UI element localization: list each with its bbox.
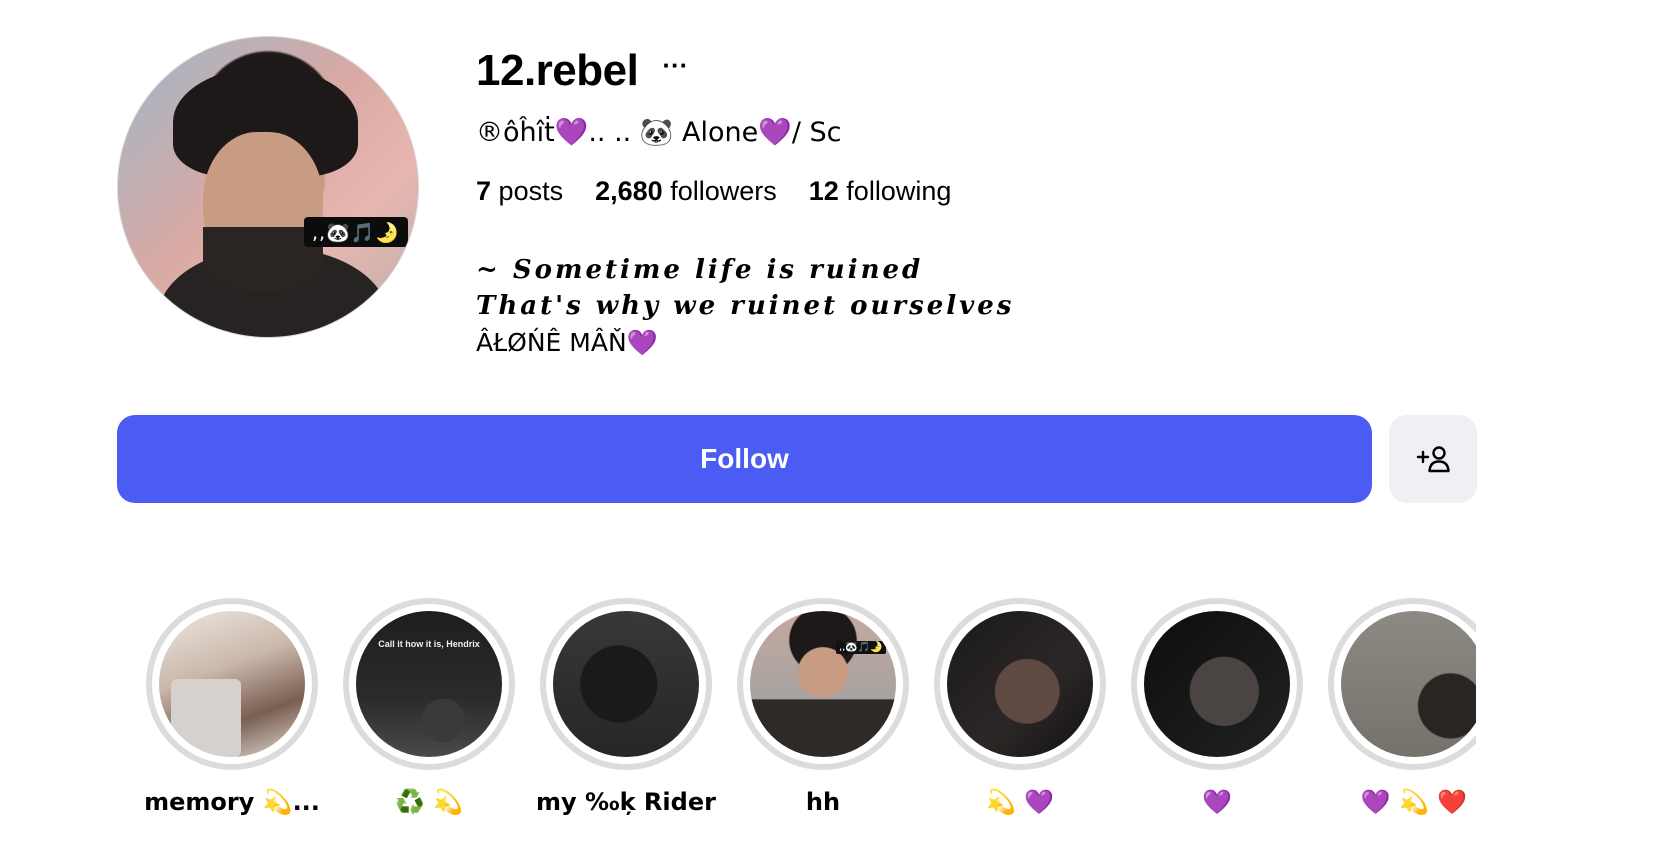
highlight-thumbnail (553, 611, 699, 757)
stat-following-label: following (846, 176, 952, 206)
highlight-thumb-text: Call it how it is, Hendrix (378, 639, 480, 649)
stat-following-value: 12 (808, 176, 839, 206)
bio-line-2: That's why we ruinet ourselves (476, 291, 1015, 321)
highlight-label: hh (805, 788, 841, 816)
highlight-thumb-sticker: ,,🐼🎵🌛 (836, 641, 886, 654)
highlight-thumbnail: ,,🐼🎵🌛 (750, 611, 896, 757)
highlight-ring (146, 598, 318, 770)
username-row: 12.rebel ··· (476, 46, 688, 96)
bio: ~ Sometime life is ruined That's why we … (476, 252, 1014, 360)
highlight-thumbnail (1144, 611, 1290, 757)
highlight-item[interactable]: Call it how it is, Hendrix ♻️ 💫 (343, 598, 515, 816)
stat-followers-label: followers (670, 176, 777, 206)
avatar-sticker: ,,🐼🎵🌛 (304, 217, 408, 247)
highlight-ring: Call it how it is, Hendrix (343, 598, 515, 770)
highlight-item[interactable]: ,,🐼🎵🌛 hh (737, 598, 909, 816)
suggested-accounts-button[interactable] (1389, 415, 1477, 503)
more-options-button[interactable]: ··· (662, 52, 688, 78)
stat-posts-label: posts (498, 176, 564, 206)
stat-followers[interactable]: 2,680 followers (595, 176, 777, 207)
highlight-label: 💫 💜 (985, 788, 1055, 816)
add-person-icon (1416, 446, 1450, 473)
stat-posts-value: 7 (476, 176, 492, 206)
highlight-ring (1131, 598, 1303, 770)
highlight-thumbnail (1341, 611, 1476, 757)
follow-button[interactable]: Follow (117, 415, 1372, 503)
highlight-label: memory 💫... (146, 788, 320, 816)
highlight-item[interactable]: 💜 (1131, 598, 1303, 816)
highlight-thumbnail (159, 611, 305, 757)
stat-posts[interactable]: 7 posts (476, 176, 563, 207)
profile-avatar[interactable]: ,,🐼🎵🌛 (117, 36, 419, 338)
highlight-ring (934, 598, 1106, 770)
username: 12.rebel (476, 46, 639, 95)
highlight-ring (540, 598, 712, 770)
highlight-ring (1328, 598, 1476, 770)
stat-followers-value: 2,680 (595, 176, 663, 206)
bio-line-1: ~ Sometime life is ruined (476, 255, 924, 285)
highlight-thumbnail: Call it how it is, Hendrix (356, 611, 502, 757)
highlight-item[interactable]: 💜 💫 ❤️ (1328, 598, 1476, 816)
highlight-thumbnail (947, 611, 1093, 757)
highlight-item[interactable]: 💫 💜 (934, 598, 1106, 816)
highlight-label: my ‰ķ Rider (536, 788, 716, 816)
full-name: ®ôĥîṫ💜.. .. 🐼 Alone💜/ Sc (476, 117, 842, 148)
highlight-item[interactable]: memory 💫... (146, 598, 320, 816)
highlight-item[interactable]: my ‰ķ Rider (536, 598, 716, 816)
stat-following[interactable]: 12 following (809, 176, 952, 207)
highlight-label: ♻️ 💫 (394, 788, 464, 816)
bio-line-3: ÂŁØŃÊ MÂŇ💜 (476, 328, 658, 357)
highlight-label: 💜 (1202, 788, 1232, 816)
profile-stats: 7 posts 2,680 followers 12 following (476, 176, 983, 207)
highlight-label: 💜 💫 ❤️ (1360, 788, 1468, 816)
highlight-ring: ,,🐼🎵🌛 (737, 598, 909, 770)
story-highlights: memory 💫... Call it how it is, Hendrix ♻… (146, 598, 1476, 848)
